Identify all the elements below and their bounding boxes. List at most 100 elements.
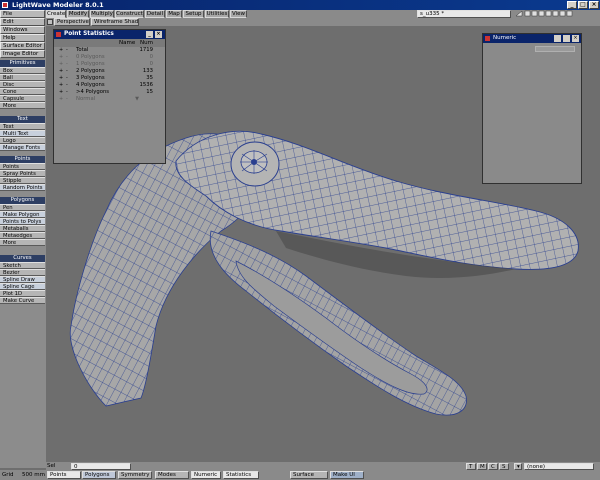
surface-button[interactable]: Surface — [290, 471, 328, 479]
make-curve-tool[interactable]: Make Curve — [0, 297, 45, 304]
plus-icon[interactable]: + — [59, 90, 64, 95]
statistics-button[interactable]: Statistics — [223, 471, 259, 479]
logo-tool[interactable]: Logo — [0, 137, 45, 144]
numeric-minimize-button[interactable] — [554, 35, 561, 42]
view-mode-t[interactable]: T — [466, 463, 476, 470]
view-mode-c[interactable]: C — [488, 463, 498, 470]
minus-icon[interactable]: - — [66, 90, 71, 95]
polygons-more-button[interactable]: More — [0, 239, 45, 246]
plus-icon[interactable]: + — [59, 48, 64, 53]
edit-menu[interactable]: Edit — [0, 18, 45, 26]
chevron-down-icon[interactable]: ▾ — [514, 463, 522, 470]
plus-icon[interactable]: + — [59, 97, 64, 102]
points-mode-button[interactable]: Points — [47, 471, 81, 479]
shading-select[interactable]: Wireframe Shade — [91, 18, 139, 26]
minus-icon[interactable]: - — [66, 69, 71, 74]
cone-tool[interactable]: Cone — [0, 88, 45, 95]
tab-setup[interactable]: Setup — [183, 10, 204, 18]
metaballs-tool[interactable]: Metaballs — [0, 225, 45, 232]
plus-icon[interactable]: + — [59, 55, 64, 60]
points-to-polys-tool[interactable]: Points to Polys — [0, 218, 45, 225]
stats-row-2-polygons[interactable]: + - 2 Polygons 133 — [54, 68, 165, 75]
disc-tool[interactable]: Disc — [0, 81, 45, 88]
windows-menu[interactable]: Windows — [0, 26, 45, 34]
numeric-dropdown[interactable] — [535, 46, 575, 52]
tab-construct[interactable]: Construct — [115, 10, 144, 18]
tab-detail[interactable]: Detail — [145, 10, 165, 18]
view-type-select[interactable]: Perspective — [54, 18, 90, 26]
viewport-maximize-icon[interactable] — [47, 19, 53, 25]
random-points-tool[interactable]: Random Points — [0, 184, 45, 191]
tab-view[interactable]: View — [230, 10, 247, 18]
view-mode-m[interactable]: M — [477, 463, 487, 470]
tab-multiply[interactable]: Multiply — [90, 10, 114, 18]
plus-icon[interactable]: + — [59, 83, 64, 88]
minus-icon[interactable]: - — [66, 48, 71, 53]
layer-field[interactable]: s_u335 * — [417, 10, 511, 18]
minus-icon[interactable]: - — [66, 62, 71, 67]
tab-utilities[interactable]: Utilities — [205, 10, 229, 18]
minus-icon[interactable]: - — [66, 76, 71, 81]
minus-icon[interactable]: - — [66, 55, 71, 60]
box-tool[interactable]: Box — [0, 67, 45, 74]
multi-text-tool[interactable]: Multi Text — [0, 130, 45, 137]
stats-row-0-polygons[interactable]: + - 0 Polygons 0 — [54, 54, 165, 61]
plus-icon[interactable]: + — [59, 62, 64, 67]
surface-editor-button[interactable]: Surface Editor — [0, 42, 45, 50]
capsule-tool[interactable]: Capsule — [0, 95, 45, 102]
stipple-tool[interactable]: Stipple — [0, 177, 45, 184]
numeric-panel[interactable]: Numeric × — [482, 33, 582, 184]
tab-map[interactable]: Map — [166, 10, 182, 18]
maximize-button[interactable]: □ — [578, 1, 588, 9]
view-mode-s[interactable]: S — [499, 463, 509, 470]
stats-row-4-polygons[interactable]: + - 4 Polygons 1536 — [54, 82, 165, 89]
help-menu[interactable]: Help — [0, 34, 45, 42]
numeric-close-button[interactable]: × — [572, 35, 579, 42]
stats-row-gt4-polygons[interactable]: + - >4 Polygons 15 — [54, 89, 165, 96]
make-ui-button[interactable]: Make UI — [330, 471, 364, 479]
make-polygon-tool[interactable]: Make Polygon — [0, 211, 45, 218]
image-editor-button[interactable]: Image Editor — [0, 50, 45, 58]
points-tool[interactable]: Points — [0, 163, 45, 170]
stats-minimize-button[interactable]: _ — [146, 31, 153, 38]
stats-row-1-polygons[interactable]: + - 1 Polygons 0 — [54, 61, 165, 68]
point-statistics-panel[interactable]: Point Statistics _ × Name Num + - Total 1… — [53, 29, 166, 164]
grid-value: 500 mm — [22, 472, 45, 478]
stats-row-3-polygons[interactable]: + - 3 Polygons 35 — [54, 75, 165, 82]
polygons-mode-button[interactable]: Polygons — [82, 471, 116, 479]
stats-row-total[interactable]: + - Total 1719 — [54, 47, 165, 54]
primitives-more-button[interactable]: More — [0, 102, 45, 109]
minus-icon[interactable]: - — [66, 83, 71, 88]
plot-1d-tool[interactable]: Plot 1D — [0, 290, 45, 297]
numeric-button[interactable]: Numeric — [191, 471, 221, 479]
ball-tool[interactable]: Ball — [0, 74, 45, 81]
symmetry-button[interactable]: Symmetry — [118, 471, 152, 479]
tab-create[interactable]: Create — [46, 10, 66, 18]
sketch-tool[interactable]: Sketch — [0, 262, 45, 269]
layer-select[interactable]: (none) — [524, 463, 594, 470]
file-menu[interactable]: File — [0, 10, 45, 18]
text-tool[interactable]: Text — [0, 123, 45, 130]
pen-tool[interactable]: Pen — [0, 204, 45, 211]
numeric-maximize-button[interactable] — [563, 35, 570, 42]
metaedges-tool[interactable]: Metaedges — [0, 232, 45, 239]
spray-points-tool[interactable]: Spray Points — [0, 170, 45, 177]
numeric-title-bar[interactable]: Numeric × — [483, 34, 581, 43]
tab-modify[interactable]: Modify — [67, 10, 89, 18]
stats-title-bar[interactable]: Point Statistics _ × — [54, 30, 165, 39]
minus-icon[interactable]: - — [66, 97, 71, 102]
layer-bank-icons[interactable] — [514, 10, 574, 18]
plus-icon[interactable]: + — [59, 69, 64, 74]
close-button[interactable]: × — [589, 1, 599, 9]
spline-cage-tool[interactable]: Spline Cage — [0, 283, 45, 290]
stats-row-normal[interactable]: + - Normal ▼ — [54, 96, 165, 103]
row-label: 2 Polygons — [76, 68, 105, 74]
modes-button[interactable]: Modes — [155, 471, 189, 479]
bezier-tool[interactable]: Bezier — [0, 269, 45, 276]
chevron-down-icon[interactable]: ▼ — [135, 96, 139, 103]
minimize-button[interactable]: _ — [567, 1, 577, 9]
stats-close-button[interactable]: × — [155, 31, 162, 38]
spline-draw-tool[interactable]: Spline Draw — [0, 276, 45, 283]
manage-fonts-button[interactable]: Manage Fonts — [0, 144, 45, 151]
plus-icon[interactable]: + — [59, 76, 64, 81]
